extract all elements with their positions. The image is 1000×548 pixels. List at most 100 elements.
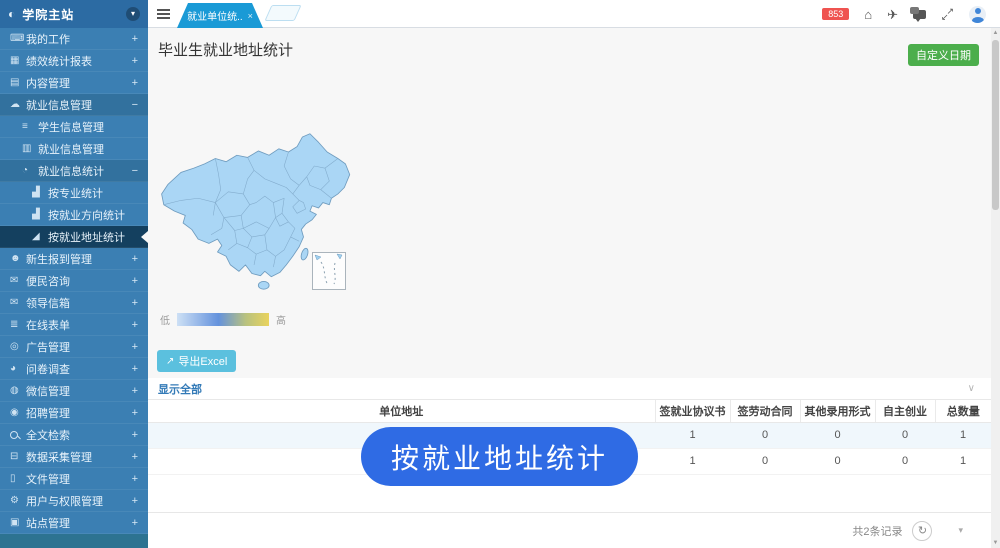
col-other-employment: 其他录用形式 — [800, 400, 875, 422]
map-legend: 低 高 — [160, 312, 286, 327]
table-header-row: 单位地址 签就业协议书 签劳动合同 其他录用形式 自主创业 总数量 — [148, 400, 991, 422]
plus-icon: + — [132, 363, 138, 375]
sidebar-item-performance-reports[interactable]: ▦ 绩效统计报表 + — [0, 50, 148, 72]
wechat-icon: ◍ — [10, 385, 26, 396]
fullscreen-icon[interactable]: ↗↙ — [941, 8, 954, 21]
home-icon[interactable]: ⌂ — [864, 8, 872, 21]
panel-header: 显示全部 ∨ — [148, 378, 991, 400]
sidebar-footer-strip — [0, 534, 148, 548]
close-icon[interactable]: × — [248, 11, 253, 21]
sidebar-item-employment-info-statistics[interactable]: ◔ 就业信息统计 − — [0, 160, 148, 182]
file-icon: ▯ — [10, 473, 26, 484]
sidebar-item-leader-mailbox[interactable]: ✉ 领导信箱 + — [0, 292, 148, 314]
sidebar-item-wechat-management[interactable]: ◍ 微信管理 + — [0, 380, 148, 402]
plus-icon: + — [132, 429, 138, 441]
plus-icon: + — [132, 319, 138, 331]
chevron-down-icon[interactable]: ▾ — [126, 7, 140, 21]
refresh-icon[interactable]: ↻ — [912, 521, 932, 541]
users-icon: ☻ — [10, 253, 26, 264]
sidebar-item-ad-management[interactable]: ◎ 广告管理 + — [0, 336, 148, 358]
database-icon: ⊟ — [10, 451, 26, 462]
plus-icon: + — [132, 55, 138, 67]
ad-icon: ◎ — [10, 341, 26, 352]
col-employment-agreement: 签就业协议书 — [655, 400, 730, 422]
plus-icon: + — [132, 407, 138, 419]
cloud-icon: ☁ — [10, 99, 26, 110]
record-count: 共2条记录 — [852, 523, 902, 539]
globe-icon: ◐ — [8, 7, 15, 21]
content-footer: 共2条记录 ↻ ▾ — [148, 512, 991, 548]
custom-date-button[interactable]: 自定义日期 — [908, 44, 979, 66]
col-total: 总数量 — [935, 400, 991, 422]
sidebar-item-stats-by-major[interactable]: ▟ 按专业统计 — [0, 182, 148, 204]
caret-down-icon[interactable]: ▾ — [958, 525, 963, 536]
sidebar-item-content-management[interactable]: ▤ 内容管理 + — [0, 72, 148, 94]
sidebar-item-full-text-search[interactable]: 全文检索 + — [0, 424, 148, 446]
scrollbar[interactable]: ▲ ▼ — [991, 28, 1000, 548]
scroll-down-icon[interactable]: ▼ — [991, 540, 1000, 546]
south-china-sea-inset — [312, 252, 346, 290]
sidebar: ◐ 学院主站 ▾ ⌨ 我的工作 + ▦ 绩效统计报表 + ▤ 内容管理 + ☁ … — [0, 0, 148, 548]
sidebar-item-public-consultation[interactable]: ✉ 便民咨询 + — [0, 270, 148, 292]
sidebar-item-freshman-registration[interactable]: ☻ 新生报到管理 + — [0, 248, 148, 270]
sidebar-item-survey-management[interactable]: ◕ 问卷调查 + — [0, 358, 148, 380]
gear-icon: ⚙ — [10, 495, 26, 506]
tab-employment-unit-stats[interactable]: 就业单位统.. × — [177, 3, 263, 28]
minus-icon: − — [132, 165, 138, 177]
legend-high-label: 高 — [276, 312, 286, 327]
pie-chart-icon: ◔ — [22, 165, 38, 176]
sidebar-item-employment-info-management[interactable]: ☁ 就业信息管理 − — [0, 94, 148, 116]
page-title: 毕业生就业地址统计 — [158, 39, 293, 60]
sidebar-item-employment-info-management-sub[interactable]: ▥ 就业信息管理 — [0, 138, 148, 160]
menu-toggle-icon[interactable] — [157, 9, 170, 19]
notification-badge[interactable]: 853 — [822, 8, 849, 20]
chevron-down-icon[interactable]: ∨ — [968, 383, 981, 394]
plus-icon: + — [132, 473, 138, 485]
sidebar-item-user-permission-management[interactable]: ⚙ 用户与权限管理 + — [0, 490, 148, 512]
content-icon: ▤ — [10, 77, 26, 88]
ghost-tab — [264, 5, 301, 21]
grid-icon: ▥ — [22, 143, 38, 154]
plus-icon: + — [132, 275, 138, 287]
legend-gradient-bar[interactable] — [177, 313, 269, 326]
minus-icon: − — [132, 99, 138, 111]
bar-chart-icon: ▟ — [32, 187, 48, 198]
list-icon: ≡ — [22, 121, 38, 132]
sidebar-item-student-info-management[interactable]: ≡ 学生信息管理 — [0, 116, 148, 138]
mailbox-icon: ✉ — [10, 297, 26, 308]
plus-icon: + — [132, 33, 138, 45]
scroll-up-icon[interactable]: ▲ — [991, 30, 1000, 36]
highlight-overlay: 按就业地址统计 — [361, 427, 638, 486]
bar-chart-icon: ▦ — [10, 55, 26, 66]
laptop-icon: ⌨ — [10, 33, 26, 44]
legend-low-label: 低 — [160, 312, 170, 327]
topbar: 就业单位统.. × 853 ⌂ ✈ ↗↙ — [148, 0, 1000, 28]
plus-icon: + — [132, 341, 138, 353]
export-excel-button[interactable]: ↗ 导出Excel — [157, 350, 236, 372]
sidebar-item-file-management[interactable]: ▯ 文件管理 + — [0, 468, 148, 490]
sidebar-header[interactable]: ◐ 学院主站 ▾ — [0, 0, 148, 28]
sidebar-item-recruitment-management[interactable]: ◉ 招聘管理 + — [0, 402, 148, 424]
search-icon — [10, 431, 18, 439]
scrollbar-thumb[interactable] — [992, 40, 999, 210]
send-icon[interactable]: ✈ — [887, 8, 898, 21]
sidebar-item-site-management[interactable]: ▣ 站点管理 + — [0, 512, 148, 534]
plus-icon: + — [132, 385, 138, 397]
col-labor-contract: 签劳动合同 — [730, 400, 800, 422]
sidebar-item-stats-by-direction[interactable]: ▟ 按就业方向统计 — [0, 204, 148, 226]
form-icon: ≣ — [10, 319, 26, 330]
plus-icon: + — [132, 253, 138, 265]
site-title: 学院主站 — [22, 6, 126, 23]
comments-icon[interactable] — [913, 10, 926, 19]
sidebar-item-data-collection[interactable]: ⊟ 数据采集管理 + — [0, 446, 148, 468]
plus-icon: + — [132, 451, 138, 463]
plus-icon: + — [132, 495, 138, 507]
bar-chart-icon: ▟ — [32, 209, 48, 220]
sidebar-item-my-work[interactable]: ⌨ 我的工作 + — [0, 28, 148, 50]
sidebar-item-online-forms[interactable]: ≣ 在线表单 + — [0, 314, 148, 336]
avatar[interactable] — [969, 6, 986, 23]
eye-icon: ◉ — [10, 407, 26, 418]
sidebar-item-stats-by-address[interactable]: ◢ 按就业地址统计 — [0, 226, 148, 248]
col-self-employed: 自主创业 — [875, 400, 935, 422]
show-all-link[interactable]: 显示全部 — [158, 381, 202, 397]
